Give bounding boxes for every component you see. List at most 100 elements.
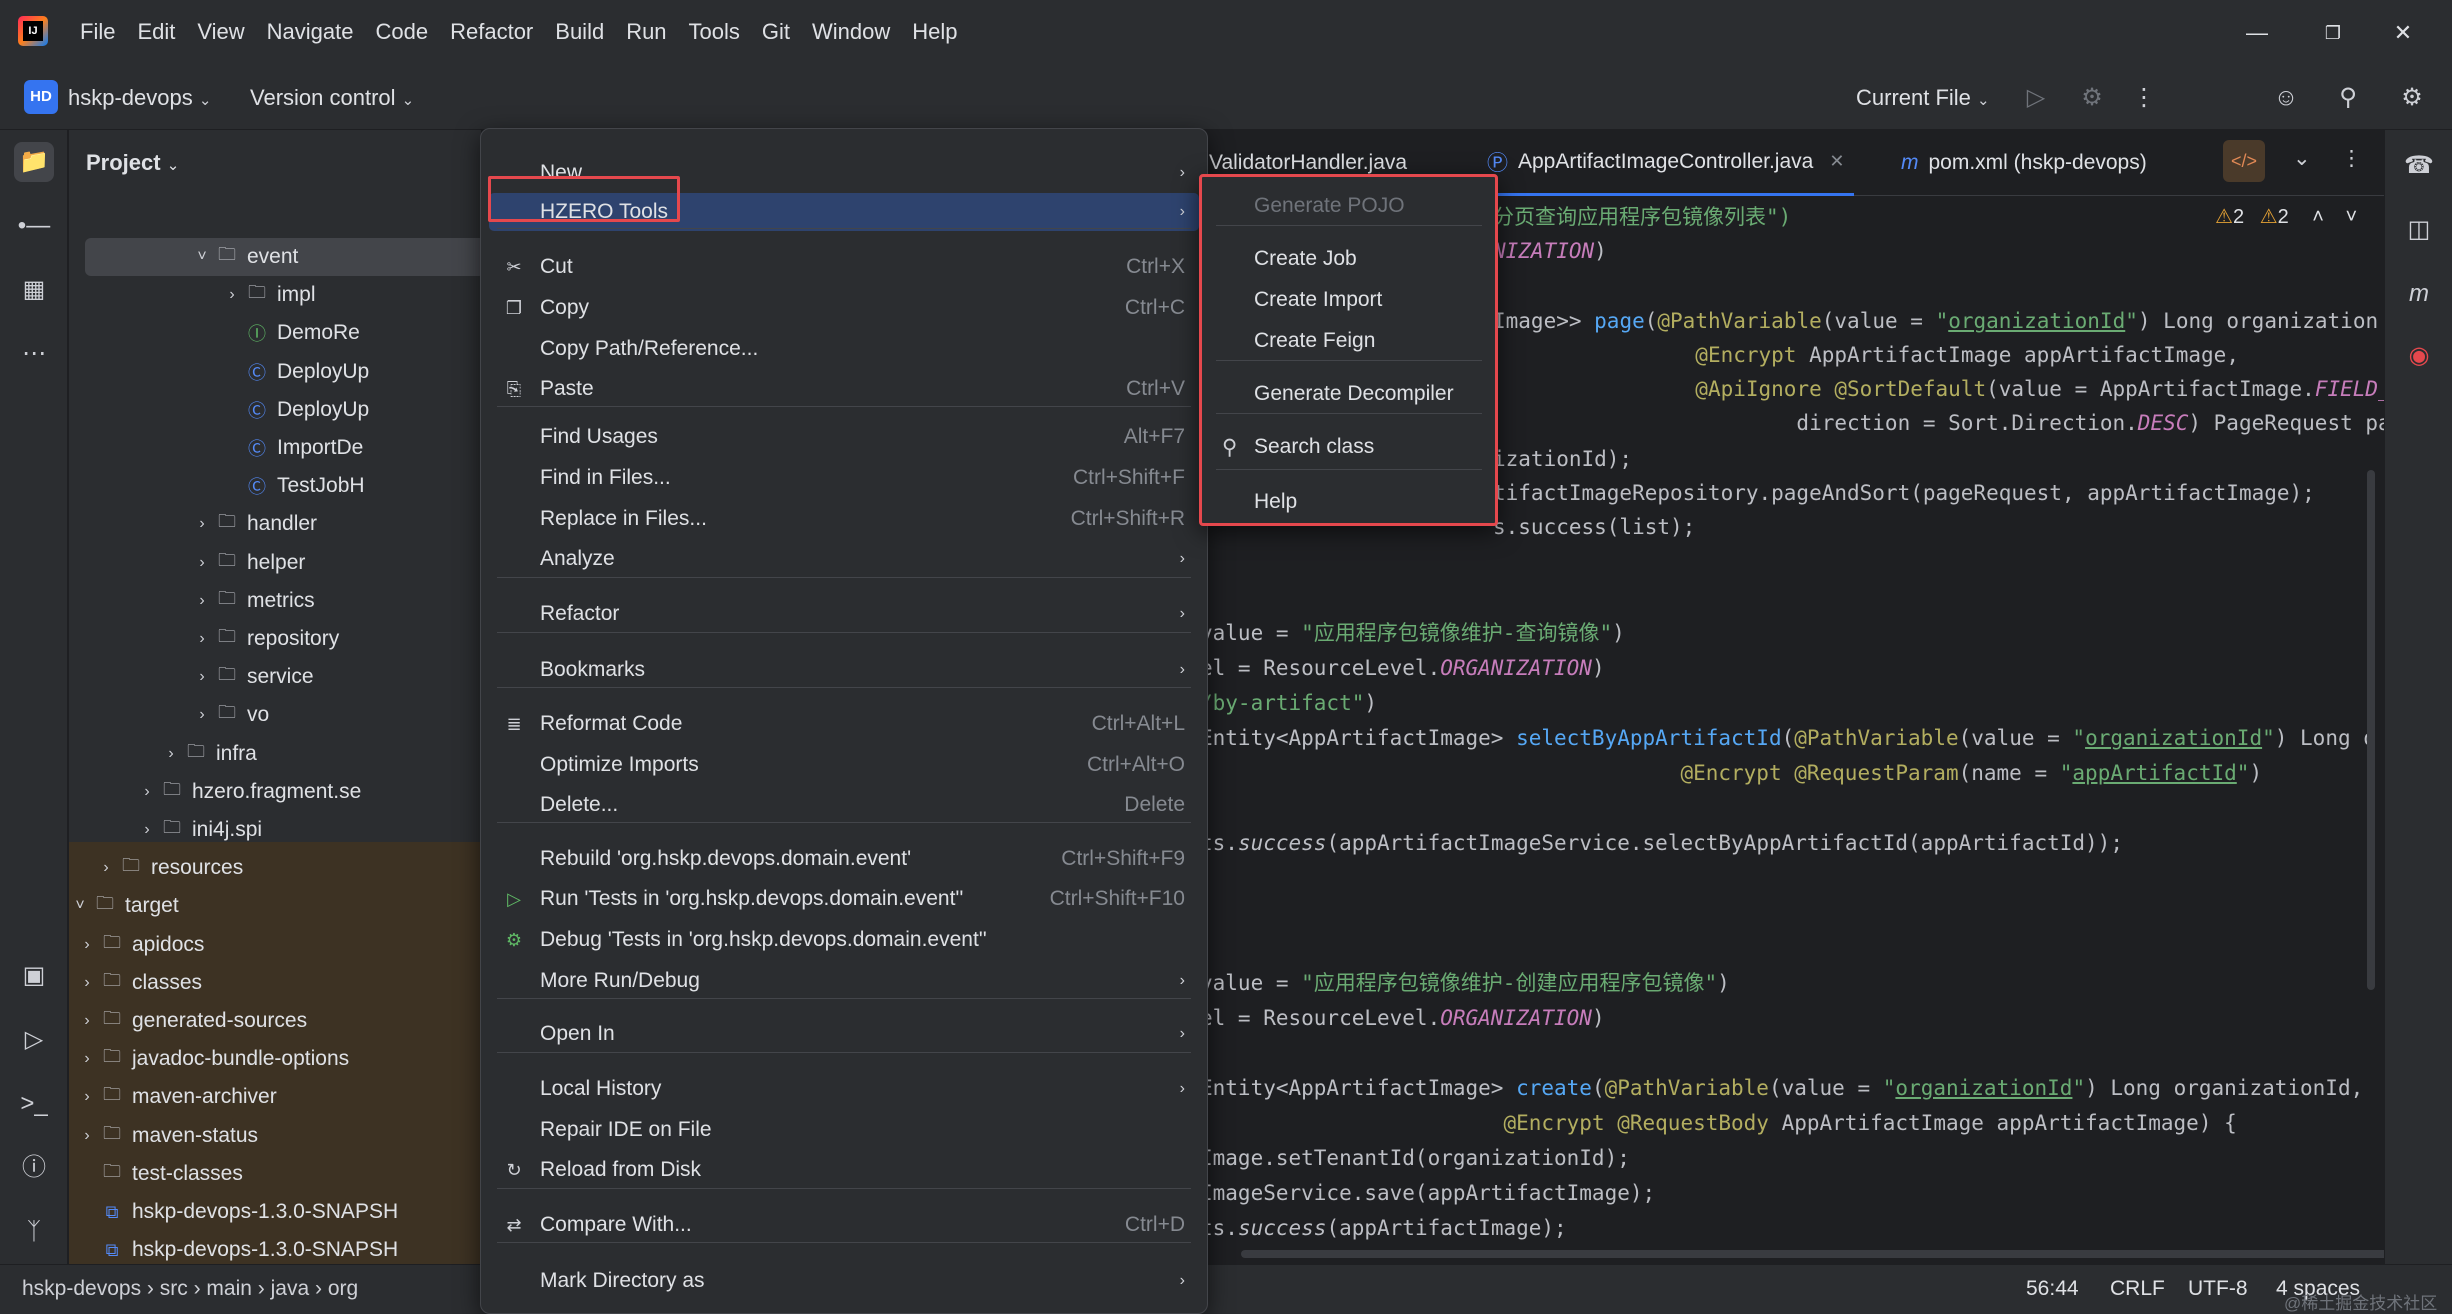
database-icon[interactable]: ◫ (2399, 210, 2439, 250)
chevron-right-icon[interactable]: › (76, 1127, 98, 1145)
settings-gear-icon[interactable]: ⚙ (2396, 82, 2428, 114)
menu-code[interactable]: Code (376, 19, 429, 45)
tree-item-infra[interactable]: › 🗀 infra (69, 735, 481, 773)
submenu-item-search-class[interactable]: ⚲ Search class (1208, 428, 1489, 466)
chevron-right-icon[interactable]: › (191, 668, 213, 686)
breadcrumb-item[interactable]: main (206, 1277, 252, 1300)
menu-item-compare-with[interactable]: ⇄ Compare With... Ctrl+D (489, 1206, 1199, 1244)
chevron-right-icon[interactable]: › (191, 706, 213, 724)
tree-item-importde[interactable]: Ⓒ ImportDe (69, 429, 481, 467)
chevron-right-icon[interactable]: › (76, 974, 98, 992)
tree-item-hskp-devops-1-3-0-snapsh[interactable]: ⧉ hskp-devops-1.3.0-SNAPSH (69, 1193, 481, 1231)
restore-icon[interactable]: ❐ (2318, 18, 2348, 48)
menu-item-paste[interactable]: ⎘ Paste Ctrl+V (489, 370, 1199, 408)
menu-item-debug-tests-in-org-hskp-devops-domain-event[interactable]: ⚙ Debug 'Tests in 'org.hskp.devops.domain… (489, 921, 1199, 959)
tree-item-demore[interactable]: Ⓘ DemoRe (69, 314, 481, 352)
tree-item-deployup[interactable]: Ⓒ DeployUp (69, 391, 481, 429)
menu-item-find-usages[interactable]: Find Usages Alt+F7 (489, 418, 1199, 456)
tree-item-target[interactable]: ˅ 🗀 target (69, 887, 481, 925)
chevron-right-icon[interactable]: › (76, 1012, 98, 1030)
menu-git[interactable]: Git (762, 19, 790, 45)
tab-options-icon[interactable]: ⋮ (2341, 146, 2362, 171)
project-folder-icon[interactable]: 📁 (14, 142, 54, 182)
chevron-right-icon[interactable]: › (76, 1050, 98, 1068)
editor-scrollbar[interactable] (2367, 470, 2375, 990)
tree-item-resources[interactable]: › 🗀 resources (69, 849, 481, 887)
tab-app-artifact-image-controller[interactable]: Ⓟ AppArtifactImageController.java ✕ (1487, 130, 1855, 196)
menu-item-more-run-debug[interactable]: More Run/Debug › (489, 962, 1199, 1000)
vcs-widget[interactable]: Version control ⌄ (250, 85, 414, 111)
chevron-right-icon[interactable]: › (136, 821, 158, 839)
tree-item-testjobh[interactable]: Ⓒ TestJobH (69, 467, 481, 505)
add-user-icon[interactable]: ☺ (2270, 82, 2302, 114)
chevron-right-icon[interactable]: › (191, 515, 213, 533)
chevron-right-icon[interactable]: › (76, 1088, 98, 1106)
menu-item-hzero-tools[interactable]: HZERO Tools › (489, 193, 1199, 231)
menu-item-analyze[interactable]: Analyze › (489, 540, 1199, 578)
tree-item-metrics[interactable]: › 🗀 metrics (69, 582, 481, 620)
chevron-right-icon[interactable]: › (136, 783, 158, 801)
debug-icon[interactable]: ⚙ (2076, 82, 2108, 114)
problems-icon[interactable]: ⓘ (14, 1148, 54, 1188)
submenu-item-help[interactable]: Help (1208, 483, 1489, 521)
menu-item-reload-from-disk[interactable]: ↻ Reload from Disk (489, 1151, 1199, 1189)
breadcrumb-item[interactable]: src (160, 1277, 188, 1300)
tree-item-event[interactable]: ˅ 🗀 event (85, 238, 481, 276)
breadcrumb-item[interactable]: java (271, 1277, 310, 1300)
tree-item-maven-status[interactable]: › 🗀 maven-status (69, 1117, 481, 1155)
menu-file[interactable]: File (80, 19, 115, 45)
terminal-square-icon[interactable]: ▣ (14, 956, 54, 996)
minimize-icon[interactable]: — (2242, 18, 2272, 48)
menu-item-cut[interactable]: ✂ Cut Ctrl+X (489, 248, 1199, 286)
tree-item-vo[interactable]: › 🗀 vo (69, 696, 481, 734)
tabs-dropdown-icon[interactable]: ⌄ (2293, 146, 2311, 171)
line-separator[interactable]: CRLF (2110, 1277, 2165, 1301)
menu-window[interactable]: Window (812, 19, 890, 45)
breadcrumb-item[interactable]: hskp-devops (22, 1277, 141, 1300)
project-panel-header[interactable]: Project ⌄ (86, 150, 179, 176)
menu-item-open-in[interactable]: Open In › (489, 1015, 1199, 1053)
menu-item-refactor[interactable]: Refactor › (489, 595, 1199, 633)
tree-item-impl[interactable]: › 🗀 impl (69, 276, 481, 314)
run-icon[interactable]: ▷ (2020, 82, 2052, 114)
chevron-right-icon[interactable]: › (76, 936, 98, 954)
tree-item-classes[interactable]: › 🗀 classes (69, 964, 481, 1002)
submenu-item-create-import[interactable]: Create Import (1208, 281, 1489, 319)
tab-pom-xml[interactable]: m pom.xml (hskp-devops) (1901, 130, 2147, 196)
git-branch-icon[interactable]: ᛉ (14, 1212, 54, 1252)
chevron-right-icon[interactable]: › (191, 592, 213, 610)
menu-item-delete[interactable]: Delete... Delete (489, 786, 1199, 824)
terminal-icon[interactable]: >_ (14, 1084, 54, 1124)
chevron-right-icon[interactable]: › (160, 745, 182, 763)
inspection-widget[interactable]: ⚠2 ⚠2 ˄ ˅ (2215, 204, 2357, 229)
close-tab-icon[interactable]: ✕ (1829, 151, 1844, 172)
menu-item-copy[interactable]: ❐ Copy Ctrl+C (489, 289, 1199, 327)
intellij-logo-icon[interactable]: IJ (18, 16, 48, 46)
menu-item-optimize-imports[interactable]: Optimize Imports Ctrl+Alt+O (489, 746, 1199, 784)
tree-item-apidocs[interactable]: › 🗀 apidocs (69, 926, 481, 964)
project-widget[interactable]: hskp-devops ⌄ (68, 85, 211, 111)
submenu-item-create-feign[interactable]: Create Feign (1208, 322, 1489, 360)
editor-horizontal-scrollbar[interactable] (1241, 1250, 2384, 1258)
menu-item-find-in-files[interactable]: Find in Files... Ctrl+Shift+F (489, 459, 1199, 497)
more-options-icon[interactable]: ⋮ (2128, 82, 2160, 114)
menu-item-reformat-code[interactable]: ≣ Reformat Code Ctrl+Alt+L (489, 705, 1199, 743)
tree-item-maven-archiver[interactable]: › 🗀 maven-archiver (69, 1078, 481, 1116)
menu-item-rebuild-org-hskp-devops-domain-event[interactable]: Rebuild 'org.hskp.devops.domain.event' Ct… (489, 840, 1199, 878)
structure-icon[interactable]: ▦ (14, 270, 54, 310)
menu-item-bookmarks[interactable]: Bookmarks › (489, 651, 1199, 689)
tree-item-deployup[interactable]: Ⓒ DeployUp (69, 353, 481, 391)
tree-item-helper[interactable]: › 🗀 helper (69, 544, 481, 582)
menu-item-copy-path-reference[interactable]: Copy Path/Reference... (489, 330, 1199, 368)
menu-help[interactable]: Help (912, 19, 957, 45)
file-encoding[interactable]: UTF-8 (2188, 1277, 2248, 1301)
breadcrumb-item[interactable]: org (328, 1277, 358, 1300)
chevron-right-icon[interactable]: › (95, 859, 117, 877)
code-view-icon[interactable]: </> (2223, 140, 2265, 182)
menu-view[interactable]: View (197, 19, 244, 45)
menu-item-new[interactable]: New › (489, 154, 1199, 192)
menu-item-mark-directory-as[interactable]: Mark Directory as › (489, 1262, 1199, 1300)
chevron-right-icon[interactable]: › (221, 286, 243, 304)
chevron-down-icon[interactable]: ˅ (69, 897, 91, 915)
chevron-up-icon[interactable]: ˄ (2312, 206, 2324, 228)
